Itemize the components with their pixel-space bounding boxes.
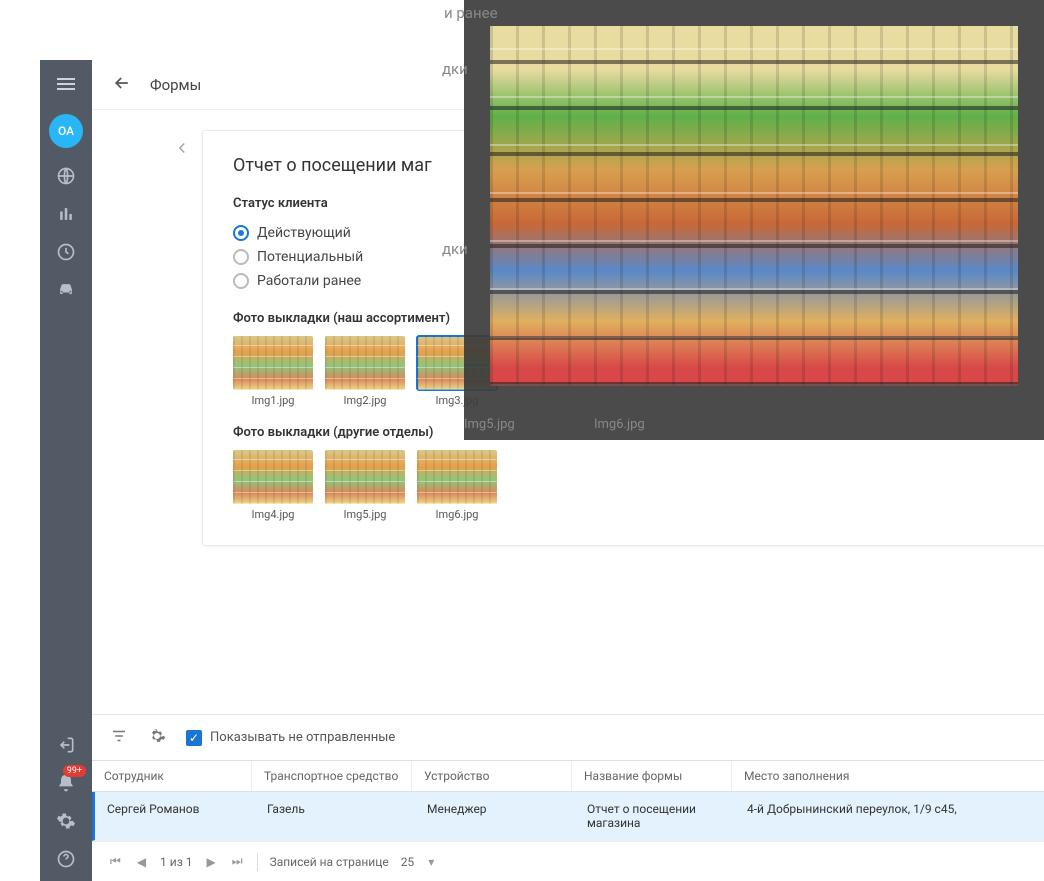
- sidebar: ОА 99+: [40, 60, 92, 881]
- pager-page-text: 1 из 1: [160, 855, 192, 869]
- thumbnail-image: [233, 336, 313, 390]
- cell-device: Менеджер: [415, 792, 575, 840]
- behind-text-2: дки: [442, 60, 468, 78]
- hamburger-icon[interactable]: [54, 72, 78, 96]
- chart-icon[interactable]: [56, 204, 76, 224]
- thumbnail-caption: Img1.jpg: [233, 394, 313, 407]
- col-device[interactable]: Устройство: [412, 761, 572, 791]
- thumbnail-caption: Img6.jpg: [417, 508, 497, 521]
- behind-text-3: дки: [442, 240, 468, 258]
- thumbnail[interactable]: Img5.jpg: [325, 450, 405, 521]
- col-vehicle[interactable]: Транспортное средство: [252, 761, 412, 791]
- gear-icon[interactable]: [56, 811, 76, 831]
- clock-icon[interactable]: [56, 242, 76, 262]
- thumbnail[interactable]: Img1.jpg: [233, 336, 313, 407]
- pager-page-size[interactable]: 25: [401, 855, 415, 869]
- cell-form-name: Отчет о посещении магазина: [575, 792, 735, 840]
- globe-icon[interactable]: [56, 166, 76, 186]
- behind-text-1: и ранее: [444, 4, 498, 22]
- cell-vehicle: Газель: [255, 792, 415, 840]
- table-row[interactable]: Сергей Романов Газель Менеджер Отчет о п…: [92, 792, 1044, 841]
- thumbnail[interactable]: Img6.jpg: [417, 450, 497, 521]
- radio-icon: [233, 273, 249, 289]
- back-arrow-icon[interactable]: [112, 73, 132, 97]
- thumbnail-image: [325, 450, 405, 504]
- filter-icon[interactable]: [110, 727, 128, 749]
- checkbox-icon: ✓: [186, 730, 202, 746]
- avatar[interactable]: ОА: [49, 114, 83, 148]
- help-icon[interactable]: [56, 849, 76, 869]
- show-unsent-label: Показывать не отправленные: [210, 730, 395, 745]
- col-employee[interactable]: Сотрудник: [92, 761, 252, 791]
- radio-icon: [233, 225, 249, 241]
- lightbox-image[interactable]: [490, 26, 1018, 386]
- thumbnail-image: [417, 450, 497, 504]
- thumbnail[interactable]: Img4.jpg: [233, 450, 313, 521]
- bell-icon[interactable]: 99+: [56, 773, 76, 793]
- collapse-chevron-icon[interactable]: [173, 139, 191, 157]
- show-unsent-checkbox[interactable]: ✓ Показывать не отправленные: [186, 730, 395, 746]
- behind-thumb-1: Img5.jpg: [464, 417, 514, 432]
- grid-toolbar: ✓ Показывать не отправленные: [92, 714, 1044, 760]
- pager-next-icon[interactable]: ▶: [205, 853, 218, 871]
- pager: ⏮ ◀ 1 из 1 ▶ ⏭ Записей на странице 25 ▾: [92, 841, 1044, 881]
- cell-employee: Сергей Романов: [95, 792, 255, 840]
- radio-label: Действующий: [257, 225, 351, 241]
- thumbnail-caption: Img4.jpg: [233, 508, 313, 521]
- thumbnail-caption: Img2.jpg: [325, 394, 405, 407]
- thumbnail-caption: Img5.jpg: [325, 508, 405, 521]
- car-icon[interactable]: [56, 280, 76, 300]
- radio-label: Работали ранее: [257, 273, 361, 289]
- radio-label: Потенциальный: [257, 249, 363, 265]
- thumbnail-image: [233, 450, 313, 504]
- behind-thumb-2: Img6.jpg: [594, 417, 644, 432]
- lightbox-overlay[interactable]: и ранее дки дки Img5.jpg Img6.jpg: [464, 0, 1044, 440]
- pager-size-dropdown-icon[interactable]: ▾: [426, 853, 436, 871]
- col-form-name[interactable]: Название формы: [572, 761, 732, 791]
- page-title: Формы: [150, 76, 201, 94]
- col-place[interactable]: Место заполнения: [732, 761, 1044, 791]
- thumbnail-image: [325, 336, 405, 390]
- thumbnail[interactable]: Img2.jpg: [325, 336, 405, 407]
- pager-prev-icon[interactable]: ◀: [135, 853, 148, 871]
- pager-first-icon[interactable]: ⏮: [108, 852, 123, 871]
- notification-badge: 99+: [63, 765, 86, 777]
- pager-records-label: Записей на странице: [270, 855, 389, 869]
- pager-last-icon[interactable]: ⏭: [230, 852, 245, 871]
- settings-gear-icon[interactable]: [148, 727, 166, 749]
- grid-header: Сотрудник Транспортное средство Устройст…: [92, 760, 1044, 792]
- cell-place: 4-й Добрынинский переулок, 1/9 с45,: [735, 792, 1044, 840]
- radio-icon: [233, 249, 249, 265]
- exit-icon[interactable]: [56, 735, 76, 755]
